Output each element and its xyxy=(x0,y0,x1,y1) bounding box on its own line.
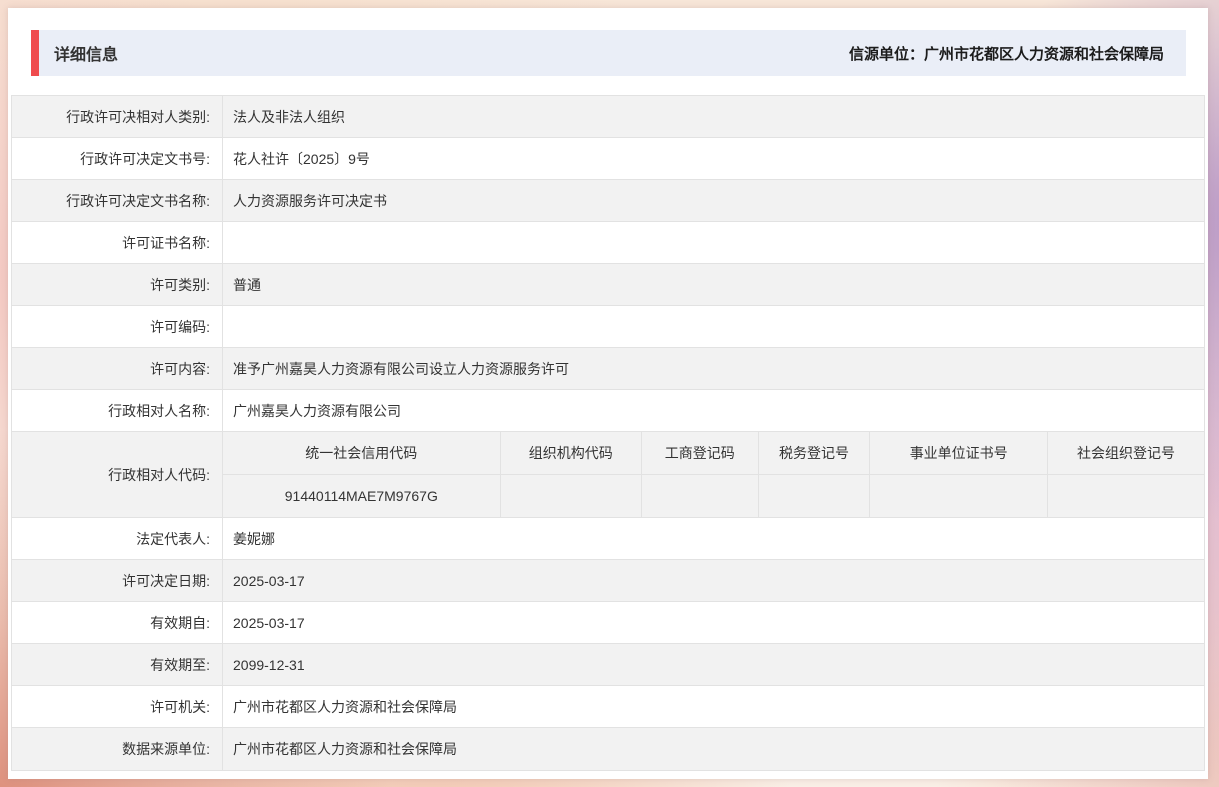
table-row: 数据来源单位: 广州市花都区人力资源和社会保障局 xyxy=(12,728,1204,770)
row-label: 许可机关: xyxy=(12,686,223,727)
row-value: 2099-12-31 xyxy=(223,644,1204,685)
row-label: 行政相对人名称: xyxy=(12,390,223,431)
code-value xyxy=(759,475,871,518)
code-column-header: 统一社会信用代码 xyxy=(223,432,501,474)
row-value: 广州嘉昊人力资源有限公司 xyxy=(223,390,1204,431)
table-row: 法定代表人: 姜妮娜 xyxy=(12,518,1204,560)
row-label: 有效期至: xyxy=(12,644,223,685)
code-value: 91440114MAE7M9767G xyxy=(223,475,501,518)
page-title: 详细信息 xyxy=(54,41,118,65)
code-value xyxy=(870,475,1048,518)
row-label: 许可类别: xyxy=(12,264,223,305)
code-table: 统一社会信用代码 组织机构代码 工商登记码 税务登记号 事业单位证书号 社会组织… xyxy=(223,432,1204,517)
header-bar: 详细信息 信源单位：广州市花都区人力资源和社会保障局 xyxy=(31,30,1186,76)
table-row: 有效期至: 2099-12-31 xyxy=(12,644,1204,686)
row-value: 广州市花都区人力资源和社会保障局 xyxy=(223,686,1204,727)
code-column-header: 组织机构代码 xyxy=(501,432,642,474)
row-label: 有效期自: xyxy=(12,602,223,643)
row-label: 行政许可决定文书号: xyxy=(12,138,223,179)
table-row: 许可编码: xyxy=(12,306,1204,348)
row-value: 人力资源服务许可决定书 xyxy=(223,180,1204,221)
table-row-codes: 行政相对人代码: 统一社会信用代码 组织机构代码 工商登记码 税务登记号 事业单… xyxy=(12,432,1204,518)
row-value: 姜妮娜 xyxy=(223,518,1204,559)
code-value xyxy=(501,475,642,518)
row-value: 2025-03-17 xyxy=(223,560,1204,601)
red-accent-bar xyxy=(31,30,39,76)
row-label: 行政许可决定文书名称: xyxy=(12,180,223,221)
row-value: 准予广州嘉昊人力资源有限公司设立人力资源服务许可 xyxy=(223,348,1204,389)
row-label: 许可内容: xyxy=(12,348,223,389)
row-value xyxy=(223,222,1204,263)
table-row: 有效期自: 2025-03-17 xyxy=(12,602,1204,644)
table-row: 行政许可决定文书名称: 人力资源服务许可决定书 xyxy=(12,180,1204,222)
code-column-header: 工商登记码 xyxy=(642,432,759,474)
code-table-header-row: 统一社会信用代码 组织机构代码 工商登记码 税务登记号 事业单位证书号 社会组织… xyxy=(223,432,1204,475)
code-column-header: 税务登记号 xyxy=(759,432,871,474)
table-row: 许可决定日期: 2025-03-17 xyxy=(12,560,1204,602)
row-value xyxy=(223,306,1204,347)
row-label: 法定代表人: xyxy=(12,518,223,559)
table-row: 许可类别: 普通 xyxy=(12,264,1204,306)
row-value: 2025-03-17 xyxy=(223,602,1204,643)
table-row: 行政许可决定文书号: 花人社许〔2025〕9号 xyxy=(12,138,1204,180)
row-label: 许可决定日期: xyxy=(12,560,223,601)
info-table: 行政许可决相对人类别: 法人及非法人组织 行政许可决定文书号: 花人社许〔202… xyxy=(11,95,1205,771)
row-label: 许可编码: xyxy=(12,306,223,347)
row-value: 广州市花都区人力资源和社会保障局 xyxy=(223,728,1204,770)
code-table-value-row: 91440114MAE7M9767G xyxy=(223,475,1204,518)
row-value: 普通 xyxy=(223,264,1204,305)
code-column-header: 事业单位证书号 xyxy=(870,432,1048,474)
code-value xyxy=(642,475,759,518)
table-row: 行政许可决相对人类别: 法人及非法人组织 xyxy=(12,96,1204,138)
code-column-header: 社会组织登记号 xyxy=(1048,432,1204,474)
table-row: 许可证书名称: xyxy=(12,222,1204,264)
row-label: 行政相对人代码: xyxy=(12,432,223,517)
source-unit-label: 信源单位：广州市花都区人力资源和社会保障局 xyxy=(849,43,1186,64)
table-row: 行政相对人名称: 广州嘉昊人力资源有限公司 xyxy=(12,390,1204,432)
code-value xyxy=(1048,475,1204,518)
row-label: 许可证书名称: xyxy=(12,222,223,263)
detail-card: 详细信息 信源单位：广州市花都区人力资源和社会保障局 行政许可决相对人类别: 法… xyxy=(8,8,1208,779)
row-value: 花人社许〔2025〕9号 xyxy=(223,138,1204,179)
row-label: 行政许可决相对人类别: xyxy=(12,96,223,137)
table-row: 许可内容: 准予广州嘉昊人力资源有限公司设立人力资源服务许可 xyxy=(12,348,1204,390)
row-label: 数据来源单位: xyxy=(12,728,223,770)
row-value: 法人及非法人组织 xyxy=(223,96,1204,137)
table-row: 许可机关: 广州市花都区人力资源和社会保障局 xyxy=(12,686,1204,728)
